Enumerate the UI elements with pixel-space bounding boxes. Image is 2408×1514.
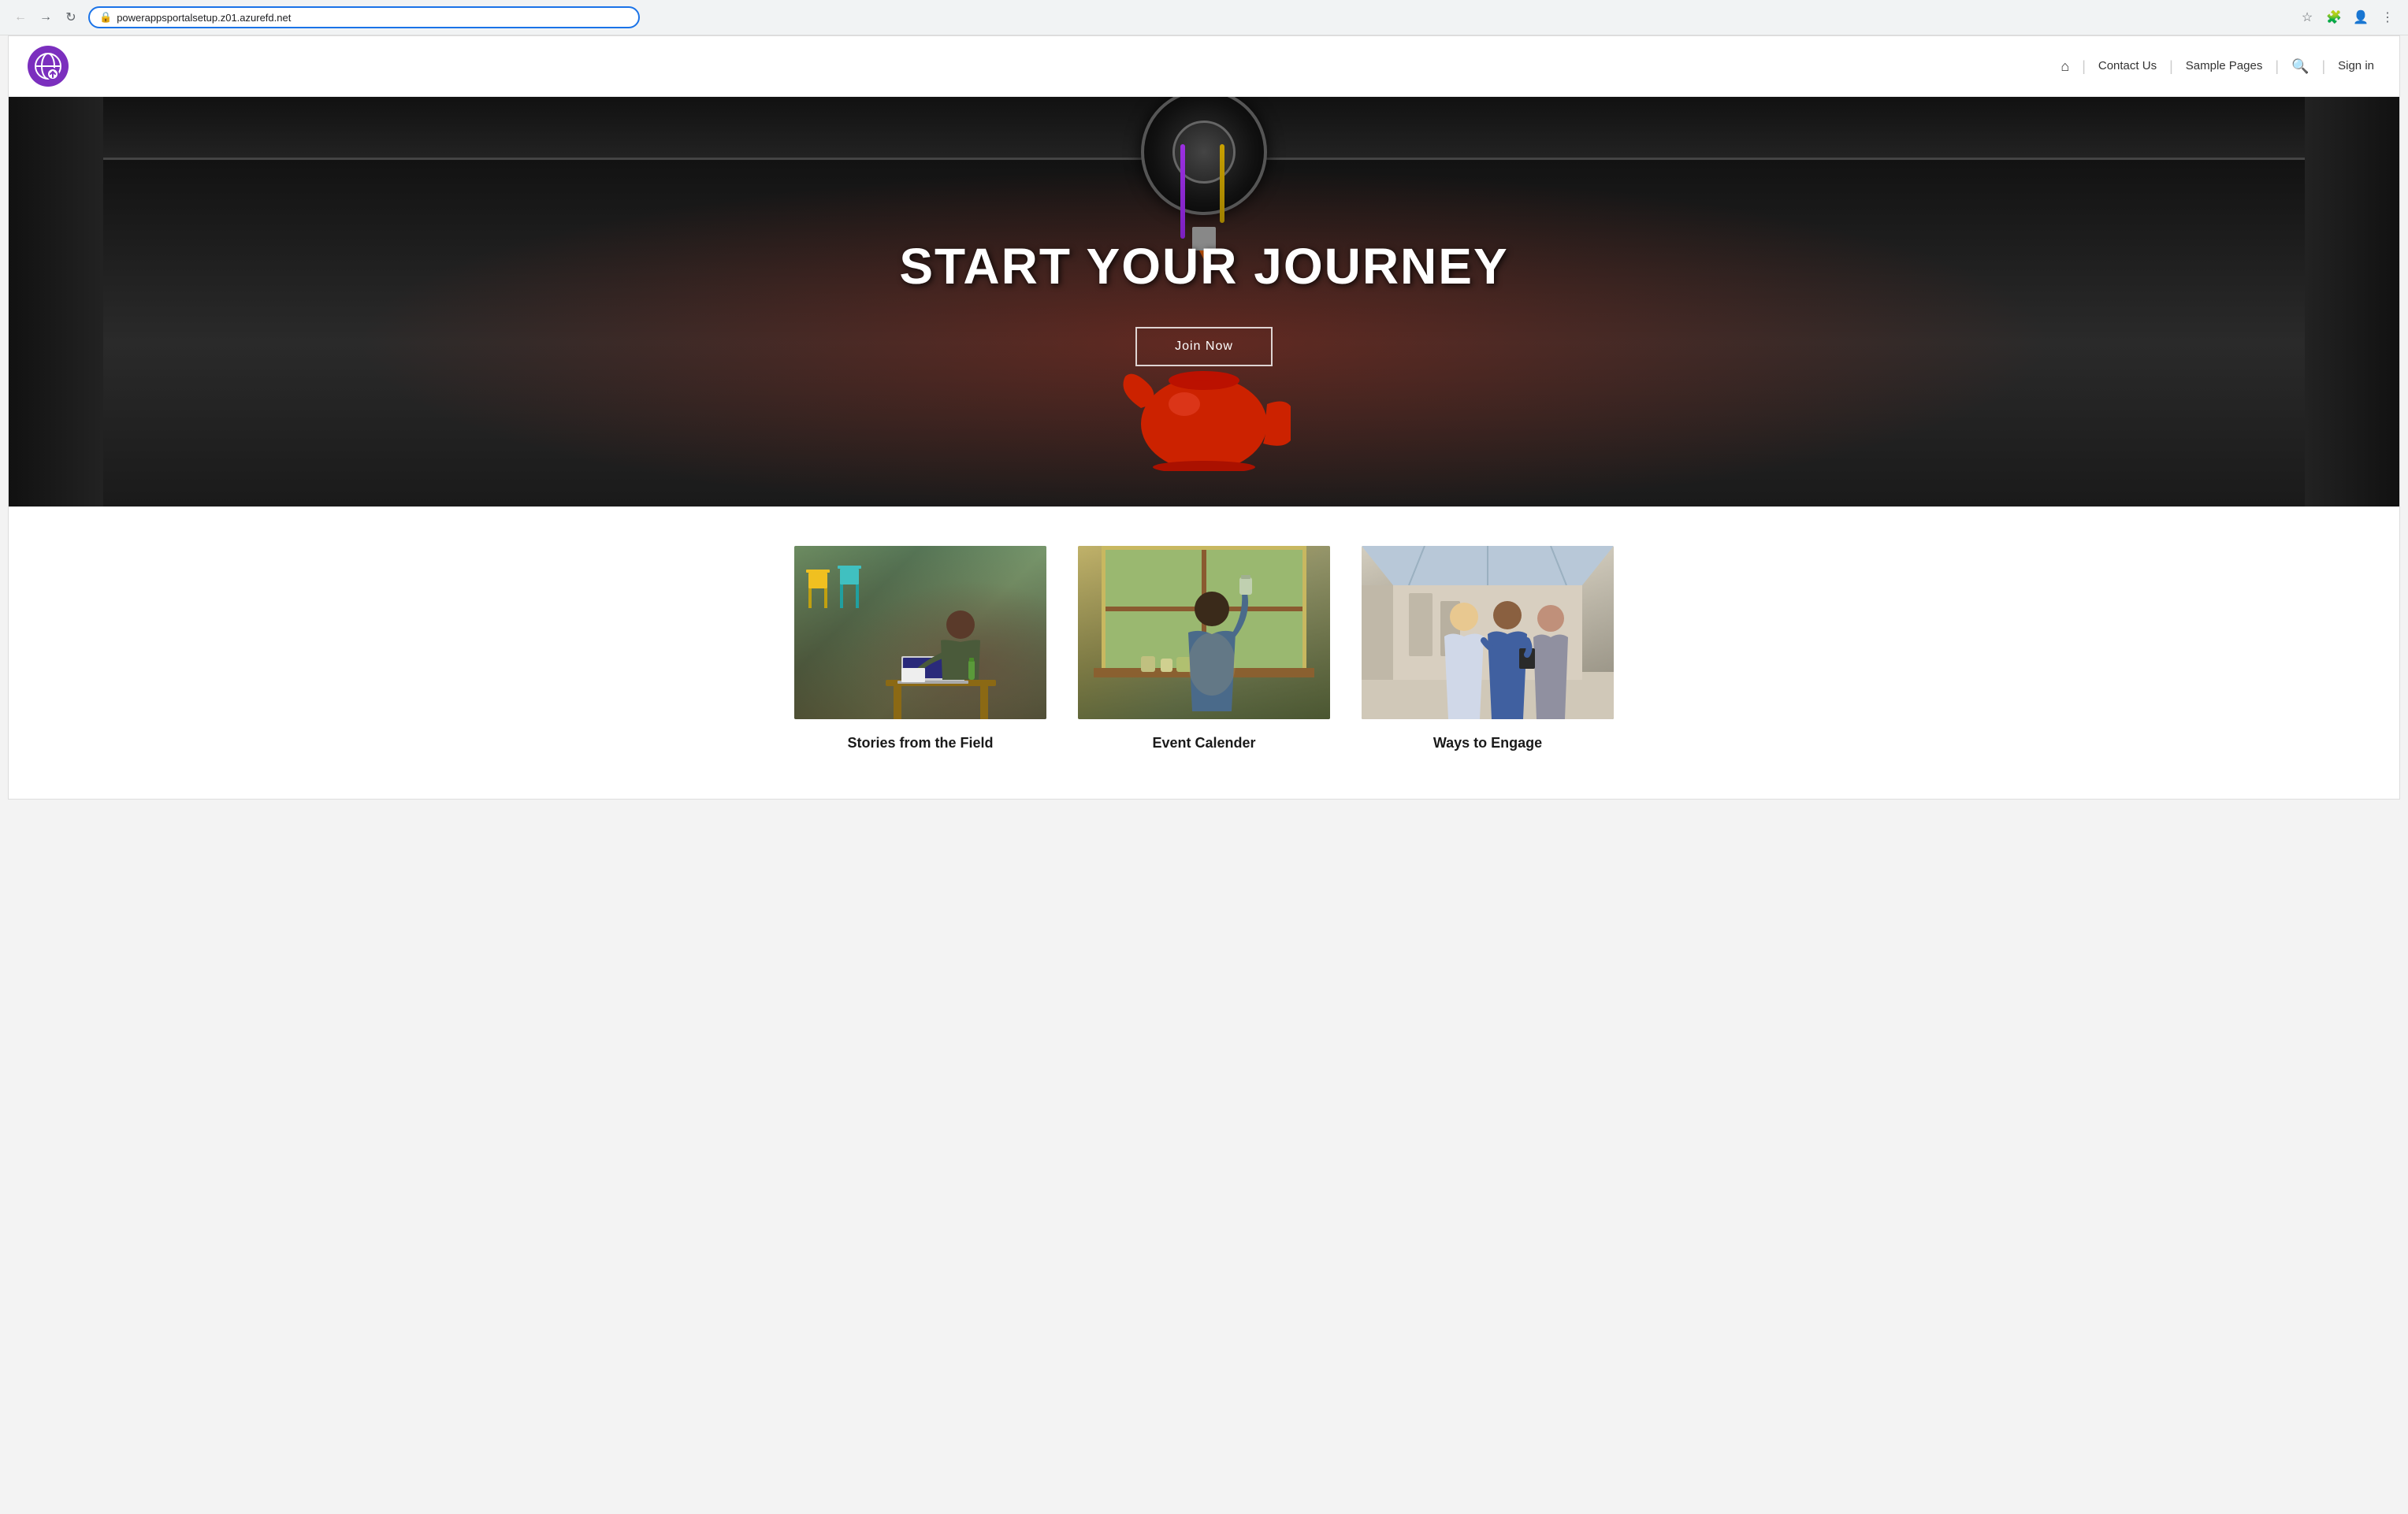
- address-bar[interactable]: [117, 12, 629, 24]
- card-label-events: Event Calender: [1152, 735, 1255, 751]
- browser-actions: ☆ 🧩 👤 ⋮: [2296, 6, 2399, 28]
- refresh-button[interactable]: ↻: [60, 6, 82, 28]
- filament-right: [1220, 144, 1224, 223]
- search-icon: 🔍: [2291, 58, 2309, 75]
- back-icon: ←: [14, 10, 27, 24]
- profile-button[interactable]: 👤: [2350, 6, 2372, 28]
- hero-content: START YOUR JOURNEY Join Now: [883, 221, 1524, 382]
- card-image-stories[interactable]: [794, 546, 1046, 719]
- more-icon: ⋮: [2381, 9, 2394, 25]
- card-image-engage[interactable]: [1362, 546, 1614, 719]
- extensions-button[interactable]: 🧩: [2323, 6, 2345, 28]
- home-icon: ⌂: [2061, 58, 2069, 74]
- nav-separator-3: |: [2275, 58, 2279, 74]
- back-button[interactable]: ←: [9, 6, 32, 28]
- puzzle-icon: 🧩: [2326, 9, 2342, 25]
- website: ⌂ | Contact Us | Sample Pages | 🔍 | Sign…: [8, 35, 2400, 800]
- nav-links: ⌂ | Contact Us | Sample Pages | 🔍 | Sign…: [2054, 55, 2380, 78]
- browser-chrome: ← → ↻ 🔒 ☆ 🧩 👤 ⋮: [0, 0, 2408, 35]
- site-nav: ⌂ | Contact Us | Sample Pages | 🔍 | Sign…: [9, 36, 2399, 97]
- star-icon: ☆: [2302, 9, 2313, 25]
- card-engage: Ways to Engage: [1362, 546, 1614, 751]
- card-label-engage: Ways to Engage: [1433, 735, 1542, 751]
- cards-section: Stories from the Field: [9, 507, 2399, 799]
- card-image-events[interactable]: [1078, 546, 1330, 719]
- address-bar-container: 🔒: [88, 6, 640, 28]
- nav-separator-4: |: [2321, 58, 2325, 74]
- bookmark-button[interactable]: ☆: [2296, 6, 2318, 28]
- card-stories: Stories from the Field: [794, 546, 1046, 751]
- join-now-button[interactable]: Join Now: [1135, 327, 1273, 366]
- profile-icon: 👤: [2353, 9, 2369, 25]
- search-button[interactable]: 🔍: [2285, 55, 2315, 78]
- card-label-stories: Stories from the Field: [847, 735, 993, 751]
- fan-circle: [1141, 97, 1267, 215]
- forward-icon: →: [39, 10, 52, 24]
- browser-nav-buttons: ← → ↻: [9, 6, 82, 28]
- printer-top-bar: [9, 97, 2399, 160]
- lock-icon: 🔒: [99, 11, 112, 24]
- nav-separator-2: |: [2169, 58, 2173, 74]
- card-events: Event Calender: [1078, 546, 1330, 751]
- hero-section: START YOUR JOURNEY Join Now: [9, 97, 2399, 507]
- hero-title: START YOUR JOURNEY: [899, 237, 1508, 295]
- sign-in-nav-link[interactable]: Sign in: [2332, 56, 2380, 76]
- printer-left-frame: [9, 97, 103, 507]
- printer-right-frame: [2305, 97, 2399, 507]
- refresh-icon: ↻: [65, 9, 76, 25]
- sample-pages-nav-link[interactable]: Sample Pages: [2179, 56, 2269, 76]
- site-logo[interactable]: [28, 46, 69, 87]
- contact-us-nav-link[interactable]: Contact Us: [2092, 56, 2163, 76]
- home-nav-button[interactable]: ⌂: [2054, 58, 2075, 77]
- forward-button[interactable]: →: [35, 6, 57, 28]
- more-button[interactable]: ⋮: [2376, 6, 2399, 28]
- nav-separator-1: |: [2082, 58, 2086, 74]
